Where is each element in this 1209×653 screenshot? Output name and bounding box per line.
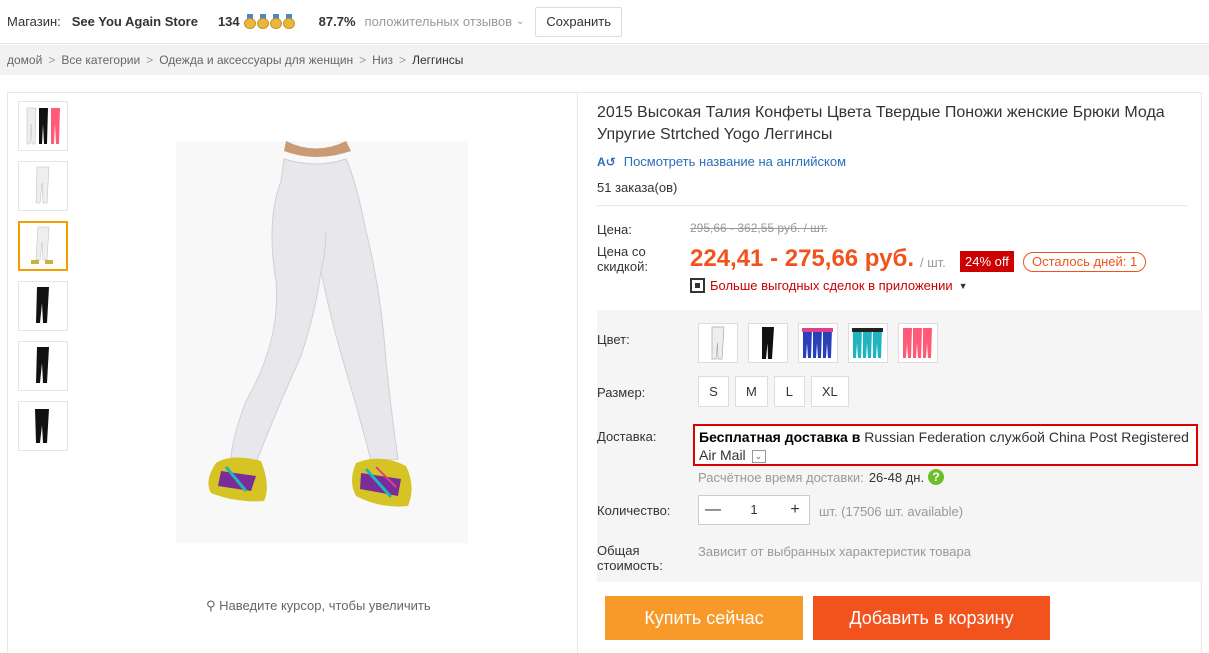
quantity-stepper: — 1 +: [698, 495, 810, 525]
color-swatch-blue[interactable]: [798, 323, 838, 363]
translate-title-text[interactable]: Посмотреть название на английском: [624, 154, 846, 169]
discount-price-label: Цена со скидкой:: [597, 244, 648, 274]
medal-icon: [256, 14, 269, 29]
breadcrumb-current: Леггинсы: [412, 53, 464, 67]
buy-now-button[interactable]: Купить сейчас: [605, 596, 803, 640]
days-left-badge: Осталось дней: 1: [1023, 252, 1147, 272]
store-bar: Магазин: See You Again Store 134 87.7% п…: [0, 0, 1209, 44]
positive-feedback-link[interactable]: положительных отзывов: [365, 14, 512, 29]
size-label: Размер:: [597, 385, 646, 400]
color-swatch-pink[interactable]: [898, 323, 938, 363]
store-medals: [243, 14, 295, 29]
plus-icon[interactable]: +: [781, 496, 809, 524]
shipping-dropdown-icon[interactable]: ⌄: [751, 449, 766, 463]
breadcrumb-home[interactable]: домой: [7, 53, 42, 67]
breadcrumb-separator: >: [146, 53, 154, 67]
total-price-label: Общая стоимость:: [597, 543, 663, 573]
shipping-info-highlighted: Бесплатная доставка в Russian Federation…: [693, 424, 1198, 466]
caret-down-icon[interactable]: ▼: [959, 281, 968, 291]
orders-count: 51 заказа(ов): [597, 180, 678, 195]
thumbnail-4[interactable]: [18, 281, 68, 331]
chevron-down-icon[interactable]: ⌄: [516, 16, 524, 27]
price-unit: / шт.: [920, 255, 946, 270]
quantity-value[interactable]: 1: [727, 496, 781, 524]
total-price-info: Зависит от выбранных характеристик товар…: [698, 544, 971, 559]
eta-label: Расчётное время доставки:: [698, 469, 864, 485]
store-score: 134: [217, 14, 240, 29]
original-price: 295,66 - 362,55 руб. / шт.: [690, 221, 828, 235]
size-option-m[interactable]: M: [735, 376, 768, 407]
translate-title-link[interactable]: A↺ Посмотреть название на английском: [597, 154, 846, 169]
breadcrumb-separator: >: [48, 53, 56, 67]
size-options: S M L XL: [698, 376, 849, 407]
main-product-image[interactable]: [176, 141, 468, 543]
color-label: Цвет:: [597, 332, 630, 347]
medal-icon: [282, 14, 295, 29]
translate-icon: A↺: [597, 154, 616, 169]
quantity-available: шт. (17506 шт. available): [819, 504, 964, 519]
breadcrumb-separator: >: [399, 53, 407, 67]
app-deals-link[interactable]: Больше выгодных сделок в приложении ▼: [690, 278, 968, 293]
size-option-xl[interactable]: XL: [810, 376, 849, 407]
discount-price: 224,41 - 275,66 руб.: [690, 245, 914, 272]
price-label: Цена:: [597, 222, 632, 237]
breadcrumb: домой > Все категории > Одежда и аксессу…: [0, 45, 1209, 75]
breadcrumb-bottoms[interactable]: Низ: [372, 53, 393, 67]
column-divider: [577, 93, 578, 653]
thumbnail-3-selected[interactable]: [18, 221, 68, 271]
save-store-button[interactable]: Сохранить: [535, 6, 622, 37]
minus-icon[interactable]: —: [699, 496, 727, 524]
size-option-l[interactable]: L: [773, 376, 805, 407]
thumbnail-6[interactable]: [18, 401, 68, 451]
thumbnail-list: [18, 101, 68, 461]
zoom-hint: ⚲ Наведите курсор, чтобы увеличить: [206, 598, 431, 614]
help-icon[interactable]: ?: [928, 469, 945, 485]
medal-icon: [243, 14, 256, 29]
discount-badge: 24% off: [960, 251, 1014, 272]
medal-icon: [269, 14, 282, 29]
size-option-s[interactable]: S: [698, 376, 729, 407]
thumbnail-2[interactable]: [18, 161, 68, 211]
magnifier-icon: ⚲: [206, 598, 216, 613]
qr-code-icon: [690, 278, 705, 293]
store-label: Магазин:: [7, 14, 61, 29]
product-panel: ⚲ Наведите курсор, чтобы увеличить 2015 …: [7, 92, 1203, 653]
thumbnail-5[interactable]: [18, 341, 68, 391]
divider: [597, 205, 1187, 206]
color-options: [698, 323, 938, 363]
eta-days: 26-48 дн.: [868, 469, 925, 485]
quantity-label: Количество:: [597, 503, 671, 518]
delivery-estimate: Расчётное время доставки: 26-48 дн. ?: [698, 469, 945, 485]
shipping-label: Доставка:: [597, 429, 657, 444]
product-title: 2015 Высокая Талия Конфеты Цвета Твердые…: [597, 104, 1165, 143]
zoom-hint-text: Наведите курсор, чтобы увеличить: [219, 598, 431, 613]
color-swatch-white[interactable]: [698, 323, 738, 363]
positive-feedback-pct: 87.7%: [318, 14, 356, 29]
free-shipping-text: Бесплатная доставка в: [699, 429, 861, 445]
app-deals-text[interactable]: Больше выгодных сделок в приложении: [710, 278, 953, 293]
breadcrumb-all-categories[interactable]: Все категории: [61, 53, 140, 67]
color-swatch-black[interactable]: [748, 323, 788, 363]
breadcrumb-women-clothing[interactable]: Одежда и аксессуары для женщин: [159, 53, 353, 67]
breadcrumb-separator: >: [359, 53, 367, 67]
add-to-cart-button[interactable]: Добавить в корзину: [813, 596, 1050, 640]
thumbnail-1[interactable]: [18, 101, 68, 151]
color-swatch-teal[interactable]: [848, 323, 888, 363]
store-name-link[interactable]: See You Again Store: [72, 14, 198, 29]
